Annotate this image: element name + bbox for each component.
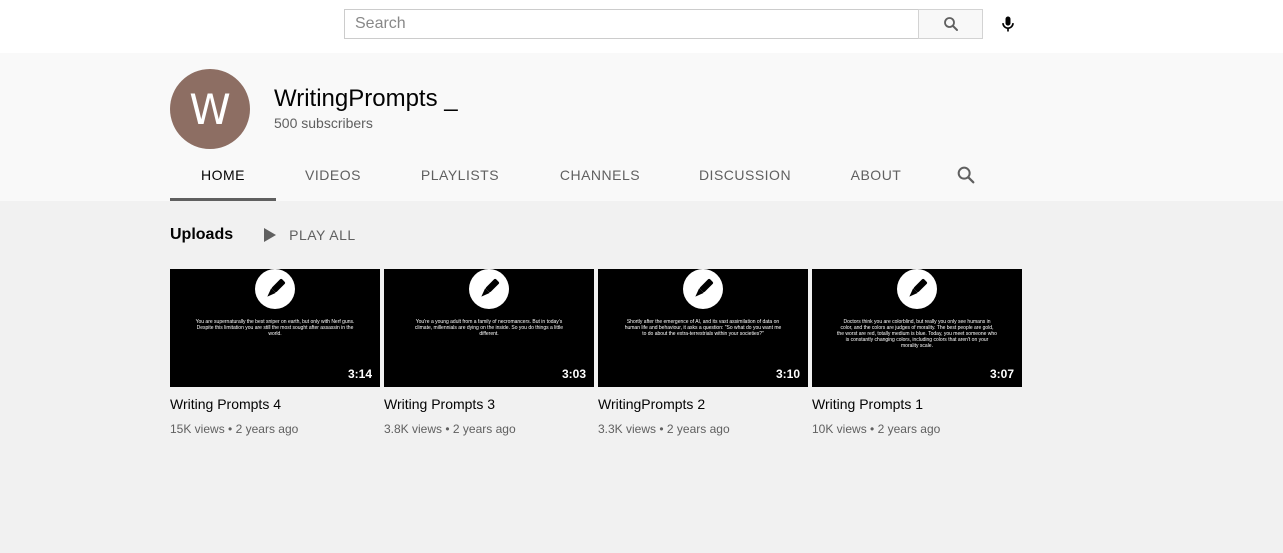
tab-about[interactable]: ABOUT (820, 148, 932, 201)
video-duration: 3:03 (561, 367, 586, 381)
view-count: 15K views (170, 422, 225, 436)
search-box[interactable] (344, 9, 918, 39)
subscriber-count: 500 subscribers (274, 115, 373, 131)
masthead (0, 0, 1283, 53)
video-duration: 3:07 (989, 367, 1014, 381)
pen-logo-icon (683, 269, 723, 309)
video-meta: 15K views • 2 years ago (170, 422, 380, 436)
video-thumbnail[interactable]: Shortly after the emergence of AI, and i… (598, 269, 808, 387)
pen-logo-icon (255, 269, 295, 309)
meta-separator: • (445, 422, 450, 436)
upload-age: 2 years ago (452, 422, 516, 436)
video-thumbnail[interactable]: You are supernaturally the best sniper o… (170, 269, 380, 387)
avatar[interactable]: W (170, 69, 250, 149)
thumbnail-prompt-text: Doctors think you are colorblind, but re… (837, 319, 997, 349)
view-count: 10K views (812, 422, 867, 436)
uploads-title[interactable]: Uploads (170, 226, 233, 244)
voice-search-button[interactable] (994, 10, 1022, 38)
search-icon (957, 166, 975, 183)
video-meta: 3.8K views • 2 years ago (384, 422, 594, 436)
video-duration: 3:10 (775, 367, 800, 381)
pen-logo-icon (469, 269, 509, 309)
video-duration: 3:14 (347, 367, 372, 381)
video-item[interactable]: You are supernaturally the best sniper o… (170, 269, 380, 436)
thumbnail-prompt-text: You are supernaturally the best sniper o… (195, 319, 355, 337)
pen-logo-icon (897, 269, 937, 309)
video-thumbnail[interactable]: Doctors think you are colorblind, but re… (812, 269, 1022, 387)
upload-age: 2 years ago (877, 422, 941, 436)
video-title[interactable]: Writing Prompts 4 (170, 396, 380, 412)
video-item[interactable]: Shortly after the emergence of AI, and i… (598, 269, 808, 436)
video-title[interactable]: Writing Prompts 3 (384, 396, 594, 412)
tab-videos[interactable]: VIDEOS (276, 148, 390, 201)
microphone-icon (1002, 16, 1014, 32)
tab-home[interactable]: HOME (170, 148, 276, 201)
channel-name: WritingPrompts _ (274, 85, 458, 112)
channel-tabs: HOME VIDEOS PLAYLISTS CHANNELS DISCUSSIO… (170, 148, 986, 201)
thumbnail-prompt-text: Shortly after the emergence of AI, and i… (624, 319, 782, 337)
video-title[interactable]: Writing Prompts 1 (812, 396, 1022, 412)
channel-search-button[interactable] (946, 148, 986, 201)
view-count: 3.3K views (598, 422, 657, 436)
thumbnail-prompt-text: You're a young adult from a family of ne… (414, 319, 564, 337)
video-title[interactable]: WritingPrompts 2 (598, 396, 808, 412)
video-item[interactable]: You're a young adult from a family of ne… (384, 269, 594, 436)
uploads-shelf-header: Uploads PLAY ALL (170, 222, 356, 248)
tab-discussion[interactable]: DISCUSSION (670, 148, 820, 201)
video-meta: 10K views • 2 years ago (812, 422, 1022, 436)
video-grid: You are supernaturally the best sniper o… (170, 269, 1026, 436)
channel-header: W WritingPrompts _ 500 subscribers HOME … (0, 53, 1283, 201)
meta-separator: • (659, 422, 664, 436)
tab-channels[interactable]: CHANNELS (530, 148, 670, 201)
upload-age: 2 years ago (235, 422, 299, 436)
video-thumbnail[interactable]: You're a young adult from a family of ne… (384, 269, 594, 387)
search-button[interactable] (918, 9, 983, 39)
tab-playlists[interactable]: PLAYLISTS (390, 148, 530, 201)
search-input[interactable] (345, 10, 918, 38)
meta-separator: • (870, 422, 875, 436)
meta-separator: • (228, 422, 233, 436)
play-icon (263, 227, 277, 243)
view-count: 3.8K views (384, 422, 443, 436)
video-item[interactable]: Doctors think you are colorblind, but re… (812, 269, 1022, 436)
video-meta: 3.3K views • 2 years ago (598, 422, 808, 436)
upload-age: 2 years ago (666, 422, 730, 436)
play-all-button[interactable]: PLAY ALL (263, 227, 356, 243)
search-icon (943, 17, 958, 31)
play-all-label: PLAY ALL (289, 227, 356, 243)
